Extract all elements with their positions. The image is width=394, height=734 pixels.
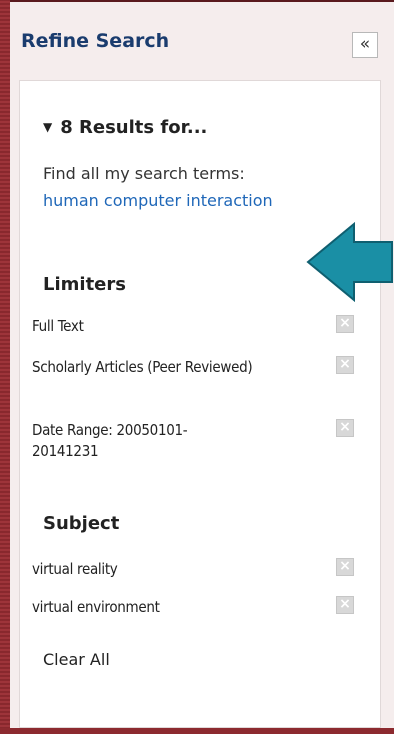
collapse-button[interactable]: « bbox=[352, 32, 378, 58]
panel-title: Refine Search bbox=[21, 30, 170, 52]
remove-virtual-environment-button[interactable]: × bbox=[336, 596, 354, 614]
background-texture bbox=[0, 0, 10, 734]
limiter-full-text: Full Text bbox=[32, 317, 84, 335]
remove-date-range-button[interactable]: × bbox=[336, 419, 354, 437]
arrow-shape bbox=[306, 222, 393, 302]
search-terms-link[interactable]: human computer interaction bbox=[43, 191, 363, 210]
remove-full-text-button[interactable]: × bbox=[336, 315, 354, 333]
results-heading: 8 Results for... bbox=[60, 117, 208, 138]
find-all-label: Find all my search terms: bbox=[43, 164, 245, 183]
clear-all-link[interactable]: Clear All bbox=[43, 650, 110, 669]
refine-search-box: ▼ 8 Results for... Find all my search ter… bbox=[19, 80, 381, 728]
subject-heading: Subject bbox=[43, 513, 120, 534]
subject-virtual-environment: virtual environment bbox=[32, 598, 160, 616]
remove-scholarly-button[interactable]: × bbox=[336, 356, 354, 374]
triangle-down-icon: ▼ bbox=[43, 120, 53, 134]
limiter-scholarly-articles: Scholarly Articles (Peer Reviewed) bbox=[32, 358, 253, 376]
remove-virtual-reality-button[interactable]: × bbox=[336, 558, 354, 576]
arrow-left-icon bbox=[306, 222, 393, 302]
results-toggle[interactable]: ▼ 8 Results for... bbox=[43, 117, 207, 138]
limiter-date-range: Date Range: 20050101-20141231 bbox=[32, 421, 188, 460]
subject-virtual-reality: virtual reality bbox=[32, 560, 118, 578]
limiters-heading: Limiters bbox=[43, 274, 126, 295]
background-bottom bbox=[0, 728, 394, 734]
